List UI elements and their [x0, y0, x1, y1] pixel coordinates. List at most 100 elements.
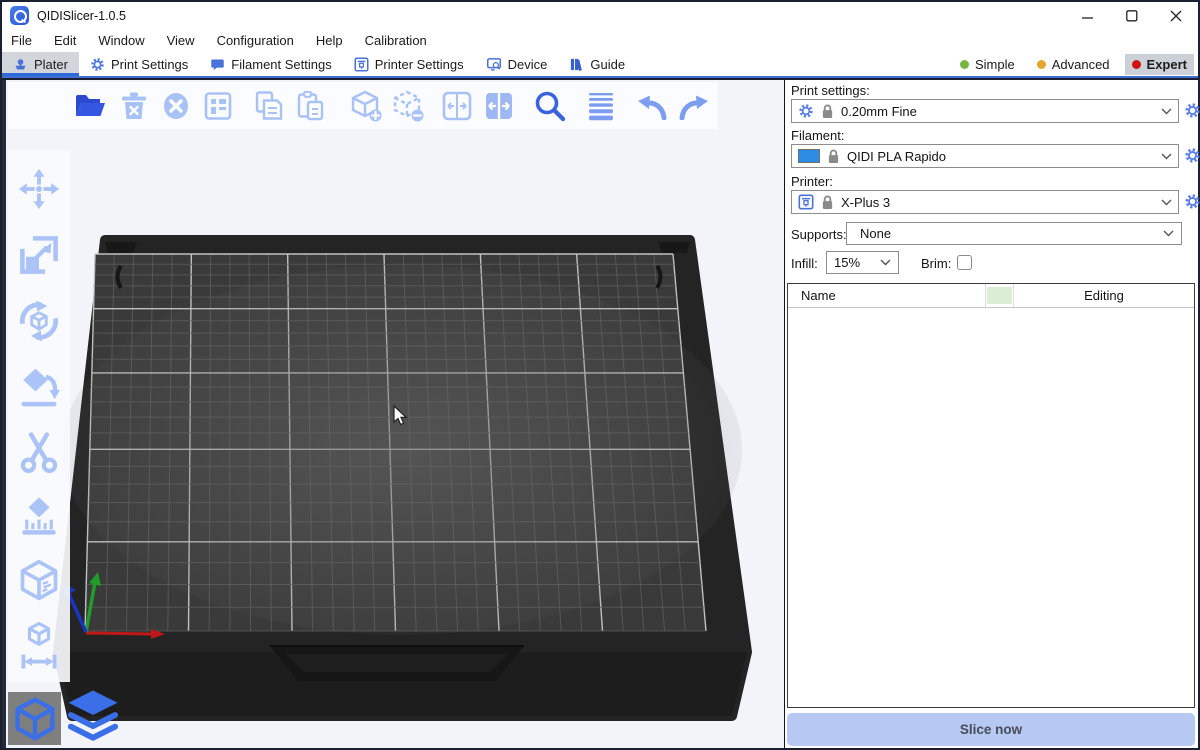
copy-button[interactable] [251, 87, 287, 124]
split-objects-button[interactable] [439, 87, 475, 124]
tab-plater[interactable]: Plater [2, 52, 79, 76]
menu-calibration[interactable]: Calibration [354, 29, 438, 52]
tab-filament-settings[interactable]: Filament Settings [199, 52, 342, 76]
title-bar: QIDISlicer-1.0.5 [2, 2, 1198, 29]
menu-window[interactable]: Window [87, 29, 155, 52]
place-on-face-icon [18, 366, 60, 408]
infill-combo[interactable]: 15% [826, 251, 899, 274]
rotate-icon [17, 299, 61, 343]
split-parts-icon [484, 91, 514, 121]
infill-label: Infill: [791, 256, 818, 271]
open-button[interactable] [72, 87, 108, 124]
brim-checkbox[interactable] [957, 255, 972, 270]
mode-advanced[interactable]: Advanced [1030, 54, 1117, 75]
menu-help[interactable]: Help [305, 29, 354, 52]
expert-dot-icon [1132, 60, 1141, 69]
print-settings-combo[interactable]: 0.20mm Fine [791, 99, 1179, 123]
preview-view-button[interactable] [61, 685, 125, 745]
redo-arrow-icon [678, 92, 710, 120]
window-title: QIDISlicer-1.0.5 [37, 9, 126, 23]
seam-tool-button[interactable] [17, 557, 61, 605]
mode-expert[interactable]: Expert [1125, 54, 1194, 75]
advanced-dot-icon [1037, 60, 1046, 69]
rotate-tool-button[interactable] [17, 297, 61, 345]
paint-supports-tool-button[interactable] [17, 493, 61, 541]
tab-bar: Plater Print Settings Filament Settings … [2, 52, 1198, 78]
close-button[interactable] [1154, 2, 1198, 29]
view-switch [8, 685, 125, 745]
maximize-button[interactable] [1110, 2, 1154, 29]
object-list[interactable]: Name Editing [787, 283, 1195, 708]
remove-instance-button[interactable] [390, 87, 426, 124]
menu-file[interactable]: File [2, 29, 43, 52]
filament-combo[interactable]: QIDI PLA Rapido [791, 144, 1179, 168]
printer-gear-button[interactable] [1184, 193, 1200, 210]
lock-icon [821, 104, 834, 119]
move-tool-button[interactable] [17, 165, 61, 213]
menu-view[interactable]: View [156, 29, 206, 52]
menu-configuration[interactable]: Configuration [206, 29, 305, 52]
chevron-down-icon [1163, 230, 1174, 237]
delete-button[interactable] [116, 87, 152, 124]
side-toolbar [8, 150, 70, 682]
scale-icon [18, 234, 60, 276]
column-name[interactable]: Name [788, 284, 986, 307]
split-objects-icon [442, 91, 472, 121]
gear-icon [90, 57, 105, 72]
printer-icon [798, 194, 814, 210]
measure-tool-button[interactable] [17, 618, 61, 674]
paste-icon [297, 91, 325, 121]
tab-printer-settings[interactable]: Printer Settings [343, 52, 475, 76]
printer-label: Printer: [791, 174, 833, 189]
tab-guide[interactable]: Guide [558, 52, 636, 76]
filament-gear-button[interactable] [1184, 147, 1200, 164]
undo-arrow-icon [636, 92, 668, 120]
cut-tool-button[interactable] [17, 429, 61, 477]
viewport-3d[interactable] [2, 80, 784, 748]
move-icon [18, 168, 60, 210]
menu-bar: File Edit Window View Configuration Help… [2, 29, 1198, 52]
printer-icon [354, 57, 369, 72]
guide-icon [569, 57, 584, 72]
tab-device[interactable]: Device [475, 52, 559, 76]
variable-layer-height-button[interactable] [583, 87, 619, 124]
paste-button[interactable] [293, 87, 329, 124]
print-settings-gear-button[interactable] [1184, 102, 1200, 119]
slice-now-button[interactable]: Slice now [787, 713, 1195, 746]
tab-print-settings[interactable]: Print Settings [79, 52, 199, 76]
open-folder-icon [74, 92, 106, 120]
chevron-down-icon [880, 259, 891, 266]
column-extruder[interactable] [986, 284, 1014, 307]
settings-panel: Print settings: 0.20mm Fine Filament: [784, 80, 1198, 748]
layers-lines-icon [586, 91, 616, 121]
add-instance-button[interactable] [348, 87, 384, 124]
search-button[interactable] [532, 87, 568, 124]
filament-color-swatch [798, 149, 820, 163]
place-on-face-tool-button[interactable] [17, 363, 61, 411]
brim-label: Brim: [921, 256, 951, 271]
mode-selector: Simple Advanced Expert [953, 52, 1198, 76]
filament-icon [210, 57, 225, 72]
plater-icon [13, 57, 28, 72]
window-edge [2, 80, 6, 748]
arrange-icon [204, 92, 232, 120]
minimize-button[interactable] [1066, 2, 1110, 29]
supports-combo[interactable]: None [846, 222, 1182, 245]
column-editing[interactable]: Editing [1014, 284, 1194, 307]
layers-preview-icon [65, 688, 121, 742]
chevron-down-icon [1161, 153, 1172, 160]
editor-view-button[interactable] [8, 692, 61, 745]
delete-all-button[interactable] [158, 87, 194, 124]
menu-edit[interactable]: Edit [43, 29, 87, 52]
undo-button[interactable] [634, 87, 670, 124]
mode-simple[interactable]: Simple [953, 54, 1022, 75]
app-window: QIDISlicer-1.0.5 File Edit Window View C… [0, 0, 1200, 750]
arrange-button[interactable] [200, 87, 236, 124]
printer-combo[interactable]: X-Plus 3 [791, 190, 1179, 214]
chevron-down-icon [1161, 199, 1172, 206]
cube-3d-view-icon [13, 697, 57, 741]
split-parts-button[interactable] [481, 87, 517, 124]
scale-tool-button[interactable] [17, 231, 61, 279]
filament-label: Filament: [791, 128, 844, 143]
redo-button[interactable] [676, 87, 712, 124]
